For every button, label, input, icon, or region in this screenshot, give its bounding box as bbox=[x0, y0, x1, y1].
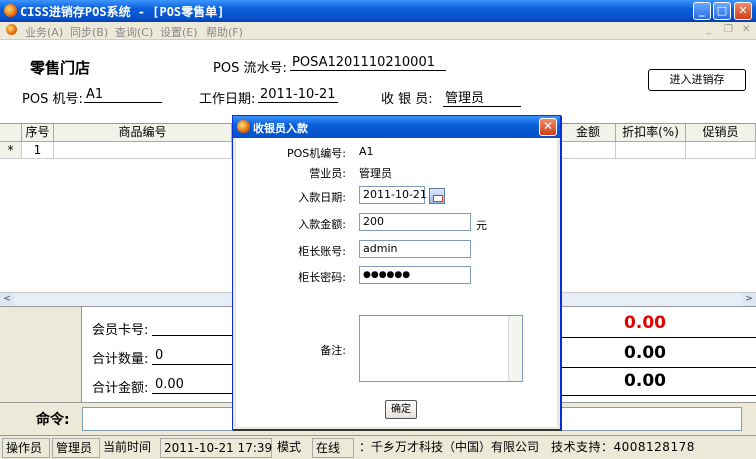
menu-sync[interactable]: 同步(B) bbox=[70, 24, 108, 40]
grid-row-product-code[interactable] bbox=[54, 142, 232, 159]
close-button[interactable]: ✕ bbox=[734, 2, 752, 20]
menu-bar: 业务(A) 同步(B) 查询(C) 设置(E) 帮助(F) _ ❐ ✕ bbox=[0, 22, 756, 39]
dialog-titlebar: 收银员入款 ✕ bbox=[233, 116, 560, 138]
summary-left-gutter bbox=[0, 307, 82, 403]
grid-header-promoter[interactable]: 促销员 bbox=[686, 124, 756, 142]
grid-header-amount[interactable]: 金额 bbox=[561, 124, 616, 142]
status-operator-label: 操作员 bbox=[2, 438, 50, 458]
dialog-body: POS机编号: A1 营业员: 管理员 入款日期: 2011-10-21 入款金… bbox=[236, 138, 557, 427]
dialog-manager-account-input[interactable]: admin bbox=[359, 240, 471, 258]
member-card-underline bbox=[152, 335, 242, 336]
status-operator-value: 管理员 bbox=[52, 438, 100, 458]
menu-help[interactable]: 帮助(F) bbox=[206, 24, 243, 40]
dialog-amount-label: 入款金额: bbox=[298, 218, 346, 231]
summary-value-1-line bbox=[561, 337, 756, 338]
summary-value-2-line bbox=[561, 367, 756, 368]
grid-row-amount[interactable] bbox=[561, 142, 616, 159]
status-mode-label: 模式 bbox=[277, 440, 302, 454]
maximize-button[interactable]: □ bbox=[713, 2, 731, 20]
dialog-manager-password-label: 柜长密码: bbox=[298, 271, 346, 284]
summary-value-2: 0.00 bbox=[624, 343, 666, 363]
pos-serial-label: POS 流水号: bbox=[213, 61, 287, 76]
status-time-label: 当前时间 bbox=[103, 440, 152, 454]
grid-row-discount[interactable] bbox=[616, 142, 686, 159]
window-title: CISS进销存POS系统 - [POS零售单] bbox=[20, 5, 225, 19]
dialog-date-label: 入款日期: bbox=[298, 191, 346, 204]
grid-header-index[interactable]: 序号 bbox=[22, 124, 54, 142]
cashier-label: 收 银 员: bbox=[381, 92, 433, 107]
total-amount-label: 合计金额: bbox=[92, 381, 149, 396]
dialog-pos-id-label: POS机编号: bbox=[287, 147, 346, 160]
enter-inventory-button[interactable]: 进入进销存 bbox=[648, 69, 746, 91]
minimize-button[interactable]: _ bbox=[693, 2, 711, 20]
grid-header-product-code[interactable]: 商品编号 bbox=[54, 124, 232, 142]
member-card-label: 会员卡号: bbox=[92, 323, 149, 338]
grid-row-promoter[interactable] bbox=[686, 142, 756, 159]
cashier-deposit-dialog: 收银员入款 ✕ POS机编号: A1 营业员: 管理员 入款日期: 2011-1… bbox=[232, 115, 561, 430]
work-date-value: 2011-10-21 bbox=[258, 87, 338, 103]
store-name: 零售门店 bbox=[30, 59, 91, 77]
pos-id-label: POS 机号: bbox=[22, 92, 83, 107]
dialog-clerk-label: 营业员: bbox=[309, 167, 346, 180]
dialog-memo-textarea[interactable] bbox=[359, 315, 523, 382]
dialog-pos-id-value: A1 bbox=[359, 145, 374, 158]
menu-query[interactable]: 查询(C) bbox=[115, 24, 153, 40]
total-qty-label: 合计数量: bbox=[92, 352, 149, 367]
mdi-close-button[interactable]: ✕ bbox=[742, 24, 750, 35]
dialog-amount-input[interactable]: 200 bbox=[359, 213, 471, 231]
dialog-close-button[interactable]: ✕ bbox=[539, 118, 557, 136]
calendar-icon[interactable] bbox=[429, 188, 445, 204]
grid-row-marker: * bbox=[0, 142, 22, 159]
dialog-date-input[interactable]: 2011-10-21 bbox=[359, 186, 427, 204]
mdi-restore-button[interactable]: ❐ bbox=[724, 24, 733, 35]
dialog-manager-password-input[interactable]: ●●●●●● bbox=[359, 266, 471, 284]
total-qty-value: 0 bbox=[155, 348, 164, 363]
dialog-manager-account-label: 柜长账号: bbox=[298, 245, 346, 258]
status-bar: 操作员 管理员 当前时间 2011-10-21 17:39 模式 在线 ：千乡万… bbox=[0, 435, 756, 459]
pos-header: 零售门店 POS 流水号: POSA1201110210001 POS 机号: … bbox=[0, 39, 756, 123]
dialog-title: 收银员入款 bbox=[253, 122, 308, 135]
app-icon bbox=[4, 4, 17, 17]
total-qty-underline bbox=[152, 364, 242, 365]
status-mode-value: 在线 bbox=[312, 438, 354, 458]
pos-serial-value: POSA1201110210001 bbox=[290, 55, 446, 71]
dialog-clerk-value: 管理员 bbox=[359, 167, 392, 180]
grid-header-discount[interactable]: 折扣率(%) bbox=[616, 124, 686, 142]
status-company: ：千乡万才科技（中国）有限公司 bbox=[359, 440, 540, 454]
scroll-left-icon[interactable]: < bbox=[0, 293, 14, 306]
dialog-app-icon bbox=[237, 120, 250, 133]
command-label: 命令: bbox=[36, 412, 70, 428]
grid-header-corner bbox=[0, 124, 22, 142]
summary-value-1: 0.00 bbox=[624, 313, 666, 333]
summary-value-3-line bbox=[561, 395, 756, 396]
status-time-value: 2011-10-21 17:39 bbox=[160, 438, 272, 458]
memo-vertical-scrollbar[interactable] bbox=[508, 316, 522, 381]
total-amount-underline bbox=[152, 393, 242, 394]
scroll-right-icon[interactable]: > bbox=[742, 293, 756, 306]
pos-id-value: A1 bbox=[84, 87, 162, 103]
work-date-label: 工作日期: bbox=[199, 92, 256, 107]
total-amount-value: 0.00 bbox=[155, 377, 184, 392]
summary-value-3: 0.00 bbox=[624, 371, 666, 391]
menu-app-icon bbox=[6, 24, 17, 35]
window-titlebar: CISS进销存POS系统 - [POS零售单] _ □ ✕ bbox=[0, 0, 756, 22]
menu-settings[interactable]: 设置(E) bbox=[160, 24, 198, 40]
mdi-minimize-button[interactable]: _ bbox=[706, 24, 711, 35]
dialog-amount-unit: 元 bbox=[476, 219, 487, 232]
status-support: 技术支持：4008128178 bbox=[551, 440, 695, 454]
cashier-value: 管理员 bbox=[443, 87, 521, 107]
dialog-ok-button[interactable]: 确定 bbox=[385, 400, 417, 419]
menu-business[interactable]: 业务(A) bbox=[25, 24, 63, 40]
grid-row-index[interactable]: 1 bbox=[22, 142, 54, 159]
dialog-memo-label: 备注: bbox=[320, 344, 346, 357]
